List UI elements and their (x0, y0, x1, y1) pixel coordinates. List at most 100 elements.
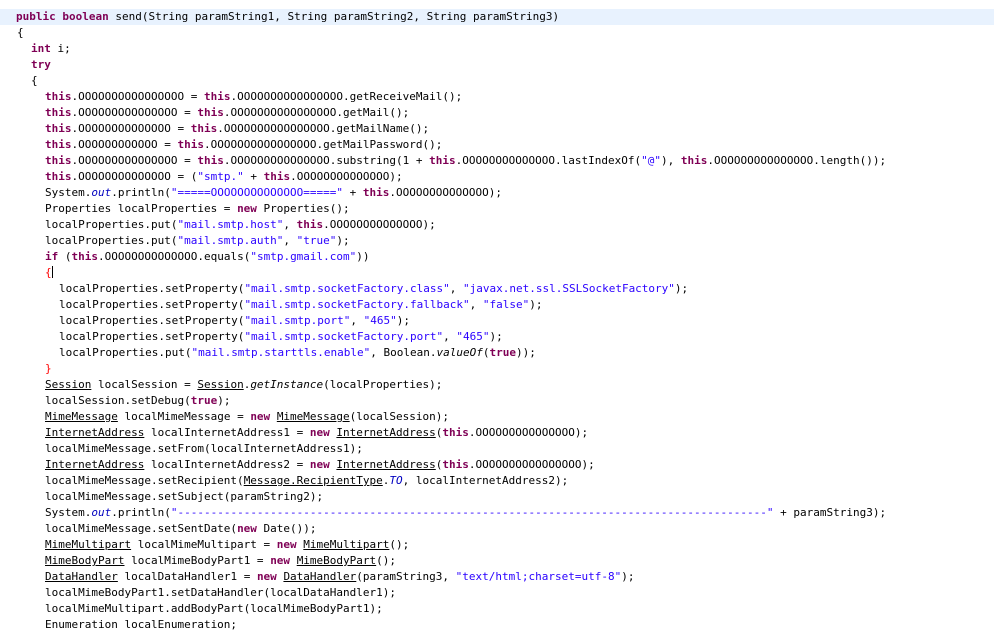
code-token: localMimeMessage.setRecipient( (45, 474, 244, 487)
code-line[interactable]: localProperties.setProperty("mail.smtp.s… (0, 329, 994, 345)
code-token: try (31, 58, 51, 71)
code-token: (); (376, 554, 397, 567)
code-token: (localProperties); (323, 378, 443, 391)
code-line[interactable]: this.OOOOOOOOOOOOOOO = this.OOOOOOOOOOOO… (0, 153, 994, 169)
code-token: , localInternetAddress2); (402, 474, 569, 487)
code-token: } (45, 362, 52, 375)
code-line[interactable]: System.out.println("--------------------… (0, 505, 994, 521)
code-token: MimeMultipart (303, 538, 390, 551)
code-token: localSession.setDebug( (45, 394, 191, 407)
code-line[interactable]: public boolean send(String paramString1,… (0, 9, 994, 25)
code-line[interactable]: Enumeration localEnumeration; (0, 617, 994, 633)
code-token: InternetAddress (45, 426, 145, 439)
code-token: localMimeMessage.setSentDate( (45, 522, 238, 535)
code-token: localProperties.put( (45, 218, 178, 231)
code-token: ); (489, 330, 503, 343)
code-line[interactable]: { (0, 25, 994, 41)
code-token: new (237, 522, 257, 535)
code-line[interactable]: this.OOOOOOOOOOOOOO = ("smtp." + this.OO… (0, 169, 994, 185)
code-line[interactable]: this.OOOOOOOOOOOOOOO = this.OOOOOOOOOOOO… (0, 105, 994, 121)
code-token: (localSession); (349, 410, 450, 423)
code-line[interactable]: localMimeMessage.setSentDate(new Date())… (0, 521, 994, 537)
code-line[interactable]: MimeMessage localMimeMessage = new MimeM… (0, 409, 994, 425)
code-line[interactable]: MimeMultipart localMimeMultipart = new M… (0, 537, 994, 553)
code-token: "text/html;charset=utf-8" (455, 570, 622, 583)
code-token: Session (197, 378, 244, 391)
code-token: MimeBodyPart (296, 554, 377, 567)
code-line[interactable]: int i; (0, 41, 994, 57)
code-line[interactable]: InternetAddress localInternetAddress2 = … (0, 457, 994, 473)
code-token: .OOOOOOOOOOOOOOO = (71, 154, 198, 167)
code-token: localMimeMessage.setFrom(localInternetAd… (45, 442, 363, 455)
code-line[interactable]: InternetAddress localInternetAddress1 = … (0, 425, 994, 441)
code-token: + (243, 170, 264, 183)
code-token: "---------------------------------------… (170, 506, 774, 519)
code-line[interactable]: localProperties.setProperty("mail.smtp.p… (0, 313, 994, 329)
code-token: DataHandler (283, 570, 357, 583)
code-line[interactable]: localMimeMessage.setFrom(localInternetAd… (0, 441, 994, 457)
code-token: localInternetAddress2 = (144, 458, 310, 471)
code-line[interactable]: localProperties.setProperty("mail.smtp.s… (0, 297, 994, 313)
code-token: localInternetAddress1 = (144, 426, 310, 439)
code-token: System. (45, 506, 92, 519)
code-token: MimeMultipart (45, 538, 132, 551)
code-token: ), (660, 154, 681, 167)
code-token: .OOOOOOOOOOOOOOOO.getMailPassword(); (203, 138, 443, 151)
code-line[interactable]: Session localSession = Session.getInstan… (0, 377, 994, 393)
code-line[interactable]: localProperties.put("mail.smtp.host", th… (0, 217, 994, 233)
code-line[interactable]: this.OOOOOOOOOOOOOOOO = this.OOOOOOOOOOO… (0, 89, 994, 105)
code-token: InternetAddress (336, 458, 436, 471)
code-token: .OOOOOOOOOOOOOO); (290, 170, 403, 183)
code-line[interactable]: } (0, 361, 994, 377)
code-line[interactable]: if (this.OOOOOOOOOOOOOO.equals("smtp.gma… (0, 249, 994, 265)
code-token: .OOOOOOOOOOOOOOO.length()); (707, 154, 887, 167)
code-line[interactable]: { (0, 73, 994, 89)
code-token: new (256, 570, 277, 583)
code-line[interactable]: this.OOOOOOOOOOOOOO = this.OOOOOOOOOOOOO… (0, 121, 994, 137)
code-token: this (197, 154, 224, 167)
code-line[interactable]: localMimeMultipart.addBodyPart(localMime… (0, 601, 994, 617)
code-token: this (442, 458, 469, 471)
code-token: localMimeMultipart.addBodyPart(localMime… (45, 602, 383, 615)
code-token: this (45, 154, 72, 167)
code-token: localMimeMultipart = (131, 538, 277, 551)
code-token: out (91, 506, 112, 519)
text-caret (51, 266, 53, 278)
code-token: DataHandler (45, 570, 118, 583)
code-line[interactable]: MimeBodyPart localMimeBodyPart1 = new Mi… (0, 553, 994, 569)
code-token: "mail.smtp.starttls.enable" (191, 346, 371, 359)
code-token: "mail.smtp.socketFactory.port" (244, 330, 444, 343)
code-editor[interactable]: public boolean send(String paramString1,… (0, 0, 994, 635)
code-token: new (237, 202, 257, 215)
code-token: localProperties.setProperty( (59, 282, 245, 295)
code-line[interactable]: try (0, 57, 994, 73)
code-line[interactable]: this.OOOOOOOOOOOO = this.OOOOOOOOOOOOOOO… (0, 137, 994, 153)
code-token: { (17, 26, 24, 39)
code-line[interactable]: localSession.setDebug(true); (0, 393, 994, 409)
code-token: .OOOOOOOOOOOOOOOO.getMail(); (223, 106, 410, 119)
code-token: Message.RecipientType (243, 474, 383, 487)
code-token: ); (217, 394, 231, 407)
code-line[interactable]: localMimeBodyPart1.setDataHandler(localD… (0, 585, 994, 601)
code-line[interactable]: localProperties.put("mail.smtp.auth", "t… (0, 233, 994, 249)
code-line[interactable]: localMimeMessage.setSubject(paramString2… (0, 489, 994, 505)
code-line[interactable]: localMimeMessage.setRecipient(Message.Re… (0, 473, 994, 489)
code-token: true (489, 346, 516, 359)
code-line[interactable]: System.out.println("=====OOOOOOOOOOOOOO=… (0, 185, 994, 201)
code-line[interactable]: DataHandler localDataHandler1 = new Data… (0, 569, 994, 585)
code-token: .OOOOOOOOOOOOOOO = (71, 106, 198, 119)
code-line[interactable]: localProperties.put("mail.smtp.starttls.… (0, 345, 994, 361)
code-token: ); (396, 314, 411, 327)
code-token: MimeMessage (276, 410, 350, 423)
code-line[interactable]: localProperties.setProperty("mail.smtp.s… (0, 281, 994, 297)
code-token: this (45, 90, 72, 103)
code-token: true (190, 394, 218, 407)
code-token: new (250, 410, 271, 423)
code-line[interactable]: { (0, 265, 994, 281)
code-token: .OOOOOOOOOOOOOOOO.getMailName(); (217, 122, 430, 135)
code-token: this (429, 154, 456, 167)
code-line[interactable]: Properties localProperties = new Propert… (0, 201, 994, 217)
code-token: + paramString3); (773, 506, 887, 519)
code-token: { (45, 266, 52, 279)
code-token: , (283, 218, 297, 231)
